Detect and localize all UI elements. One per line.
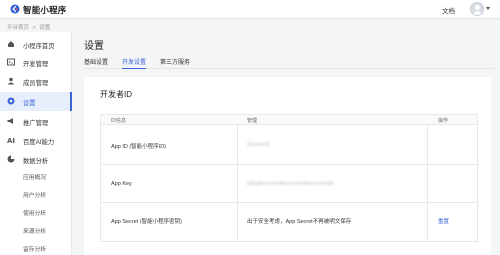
sidebar-subitem-user-analysis[interactable]: 用户分析	[23, 190, 46, 199]
row-label: App ID (智能小程序ID)	[111, 144, 167, 150]
table-header: ID信息 管理 操作	[101, 115, 477, 125]
sidebar-item-settings[interactable]: 设置	[0, 92, 72, 111]
sidebar-item-dev-management[interactable]: 开发管理	[0, 53, 72, 72]
avatar[interactable]	[470, 2, 484, 16]
sidebar-subitem-overview[interactable]: 应用概况	[23, 172, 46, 181]
settings-icon	[7, 97, 15, 105]
sidebar-item-label: 数据分析	[23, 157, 49, 165]
table-row: App Key wFxd•••••••••xK•••••J•••••k•••••…	[101, 165, 477, 203]
sidebar-item-label: 小程序首页	[23, 42, 55, 50]
sidebar-subitem-retention-analysis[interactable]: 留存分析	[23, 244, 46, 253]
home-icon	[8, 41, 14, 47]
developer-id-card: 开发者ID ID信息 管理 操作 App ID (智能小程序ID) 11••••…	[84, 77, 491, 255]
app-id-value: 11•••••••6	[247, 142, 270, 148]
table-row: App Secret (智能小程序密钥) 出于安全考虑，App Secret不再…	[101, 203, 477, 241]
megaphone-icon	[7, 118, 13, 124]
docs-link[interactable]: 文档	[442, 5, 455, 15]
page-title: 设置	[84, 41, 104, 52]
sidebar-item-label: 成员管理	[23, 79, 49, 87]
top-bar: 智能小程序 文档	[0, 0, 500, 19]
row-label: App Key	[111, 181, 132, 187]
sidebar-subitem-source-analysis[interactable]: 来源分析	[23, 226, 46, 235]
app-key-value: wFxd•••••••••xK•••••J•••••k•••••••••2nt	[247, 181, 334, 187]
developer-id-table: ID信息 管理 操作 App ID (智能小程序ID) 11•••••••6 A…	[100, 114, 478, 242]
logo-icon	[10, 4, 20, 14]
row-label: App Secret (智能小程序密钥)	[111, 219, 182, 225]
reset-secret-link[interactable]: 重置	[438, 217, 449, 225]
svg-text:AI: AI	[7, 137, 15, 144]
sidebar-item-ai[interactable]: AI 百度AI能力	[0, 131, 72, 150]
sidebar-item-label: 推广管理	[23, 119, 49, 127]
tab-third-party[interactable]: 第三方服务	[160, 57, 190, 69]
sidebar-item-home[interactable]: 小程序首页	[0, 35, 72, 54]
ai-icon: AI	[7, 137, 15, 144]
column-header-id-info: ID信息	[111, 118, 127, 124]
pie-chart-icon	[7, 155, 15, 163]
breadcrumb: 平台首页 > 设置	[7, 23, 52, 31]
tab-basic-settings[interactable]: 基础设置	[84, 57, 108, 69]
sidebar-item-members[interactable]: 成员管理	[0, 72, 72, 91]
sidebar-item-label: 百度AI能力	[23, 138, 55, 146]
breadcrumb-current: 设置	[39, 25, 51, 31]
section-title: 开发者ID	[100, 90, 132, 99]
sidebar-item-promotion[interactable]: 推广管理	[0, 112, 72, 131]
code-icon	[7, 58, 15, 66]
sidebar-subitem-usage-analysis[interactable]: 使用分析	[23, 208, 46, 217]
tab-dev-settings[interactable]: 开发设置	[122, 57, 147, 69]
sidebar-item-label: 开发管理	[23, 60, 49, 68]
brand-name: 智能小程序	[23, 5, 67, 15]
tab-bar: 基础设置 开发设置 第三方服务	[84, 55, 494, 69]
sidebar-item-data-analysis[interactable]: 数据分析	[0, 150, 72, 169]
column-header-actions: 操作	[438, 118, 449, 124]
sidebar: 小程序首页 开发管理 成员管理 设置 推广管理 AI 百度AI能力 数据分析 应…	[0, 32, 72, 255]
breadcrumb-separator: >	[32, 25, 36, 31]
sidebar-item-label: 设置	[23, 99, 36, 107]
app-secret-note: 出于安全考虑，App Secret不再被明文保存	[247, 219, 352, 225]
user-icon	[7, 77, 15, 85]
table-row: App ID (智能小程序ID) 11•••••••6	[101, 125, 477, 165]
chevron-down-icon[interactable]	[486, 7, 490, 10]
breadcrumb-home[interactable]: 平台首页	[7, 25, 29, 31]
column-header-management: 管理	[247, 118, 258, 124]
